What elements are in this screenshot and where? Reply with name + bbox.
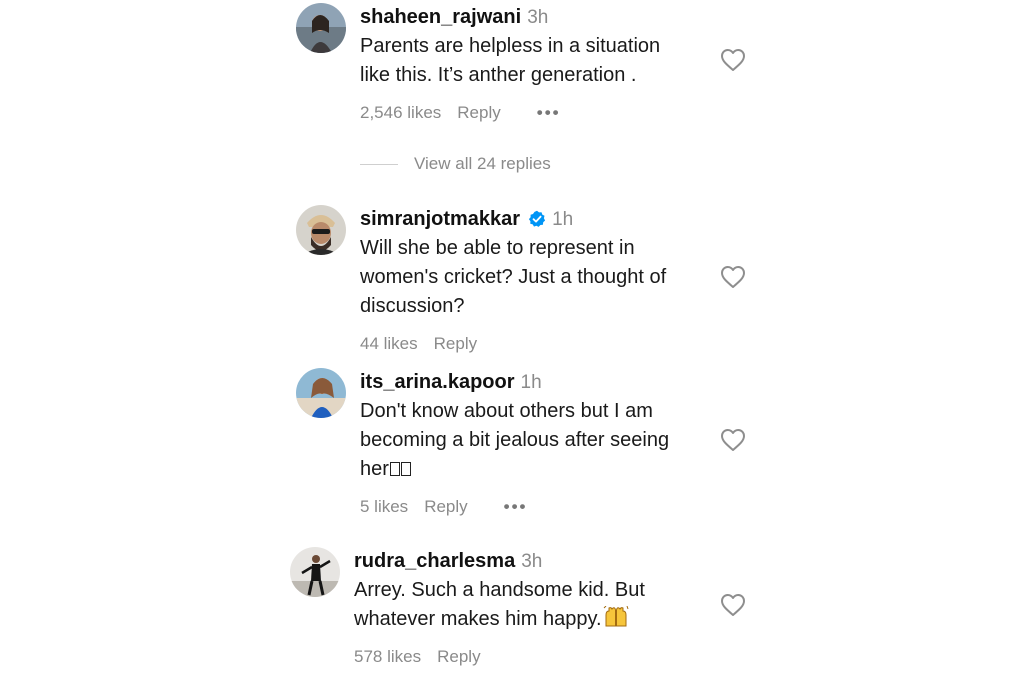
comment-text: Don't know about others but I am becomin… <box>360 397 710 484</box>
timestamp: 3h <box>527 7 549 28</box>
replies-divider <box>360 163 398 165</box>
comment-text: Arrey. Such a handsome kid. But whatever… <box>354 576 704 634</box>
likes-count[interactable]: 578 likes <box>354 647 421 666</box>
view-replies-label: View all 24 replies <box>414 154 551 173</box>
heart-outline-icon[interactable] <box>720 265 746 289</box>
avatar[interactable] <box>296 368 346 418</box>
comment-text: Parents are helpless in a situation like… <box>360 32 710 90</box>
more-options-icon[interactable]: ••• <box>504 497 528 516</box>
heart-outline-icon[interactable] <box>720 428 746 452</box>
comment-header: simranjotmakkar 1h <box>360 205 710 234</box>
missing-emoji-glyph-icon <box>389 462 400 476</box>
raising-hands-emoji <box>603 605 629 627</box>
comment-body: simranjotmakkar 1h Will she be able to r… <box>360 205 710 355</box>
comment-line: whatever makes him happy. <box>354 608 602 630</box>
comment-header: shaheen_rajwani 3h <box>360 3 710 32</box>
comment-meta: 5 likes Reply ••• <box>360 496 710 518</box>
view-replies-button[interactable]: View all 24 replies <box>360 152 551 176</box>
avatar[interactable] <box>296 205 346 255</box>
timestamp: 1h <box>520 372 542 393</box>
comment-line: Arrey. Such a handsome kid. But <box>354 579 645 601</box>
timestamp: 3h <box>521 551 543 572</box>
username[interactable]: rudra_charlesma <box>354 550 515 572</box>
comment-line: Will she be able to represent in <box>360 237 635 259</box>
avatar[interactable] <box>290 547 340 597</box>
comment-text: Will she be able to represent in women's… <box>360 234 710 321</box>
avatar[interactable] <box>296 3 346 53</box>
more-options-icon[interactable]: ••• <box>537 103 561 122</box>
reply-button[interactable]: Reply <box>434 334 477 353</box>
reply-button[interactable]: Reply <box>424 497 467 516</box>
comment-line: women's cricket? Just a thought of <box>360 266 667 288</box>
comment-line: her <box>360 458 389 480</box>
likes-count[interactable]: 2,546 likes <box>360 103 441 122</box>
comment-line-with-emoji: her <box>360 455 710 484</box>
username[interactable]: shaheen_rajwani <box>360 6 521 28</box>
timestamp: 1h <box>552 209 574 230</box>
reply-button[interactable]: Reply <box>457 103 500 122</box>
heart-outline-icon[interactable] <box>720 48 746 72</box>
comment-body: its_arina.kapoor 1h Don't know about othe… <box>360 368 710 518</box>
comments-panel: shaheen_rajwani 3h Parents are helpless i… <box>0 0 1024 683</box>
username[interactable]: simranjotmakkar <box>360 208 520 230</box>
verified-badge-icon <box>528 210 546 227</box>
missing-emoji-glyph-icon <box>400 462 411 476</box>
likes-count[interactable]: 5 likes <box>360 497 408 516</box>
heart-outline-icon[interactable] <box>720 593 746 617</box>
comment-line: Parents are helpless in a situation <box>360 35 661 57</box>
username[interactable]: its_arina.kapoor <box>360 371 515 393</box>
comment-line: Don't know about others but I am <box>360 400 653 422</box>
comment-body: rudra_charlesma 3h Arrey. Such a handsome… <box>354 547 704 668</box>
comment-meta: 44 likes Reply <box>360 333 710 355</box>
comment-header: its_arina.kapoor 1h <box>360 368 710 397</box>
likes-count[interactable]: 44 likes <box>360 334 418 353</box>
comment-meta: 578 likes Reply <box>354 646 704 668</box>
comment-header: rudra_charlesma 3h <box>354 547 704 576</box>
comment-line: becoming a bit jealous after seeing <box>360 429 670 451</box>
comment-body: shaheen_rajwani 3h Parents are helpless i… <box>360 3 710 124</box>
comment-line-with-emoji: whatever makes him happy. <box>354 605 704 634</box>
comment-line: discussion? <box>360 295 465 317</box>
reply-button[interactable]: Reply <box>437 647 480 666</box>
comment-meta: 2,546 likes Reply ••• <box>360 102 710 124</box>
comment-line: like this. It’s anther generation . <box>360 64 637 86</box>
